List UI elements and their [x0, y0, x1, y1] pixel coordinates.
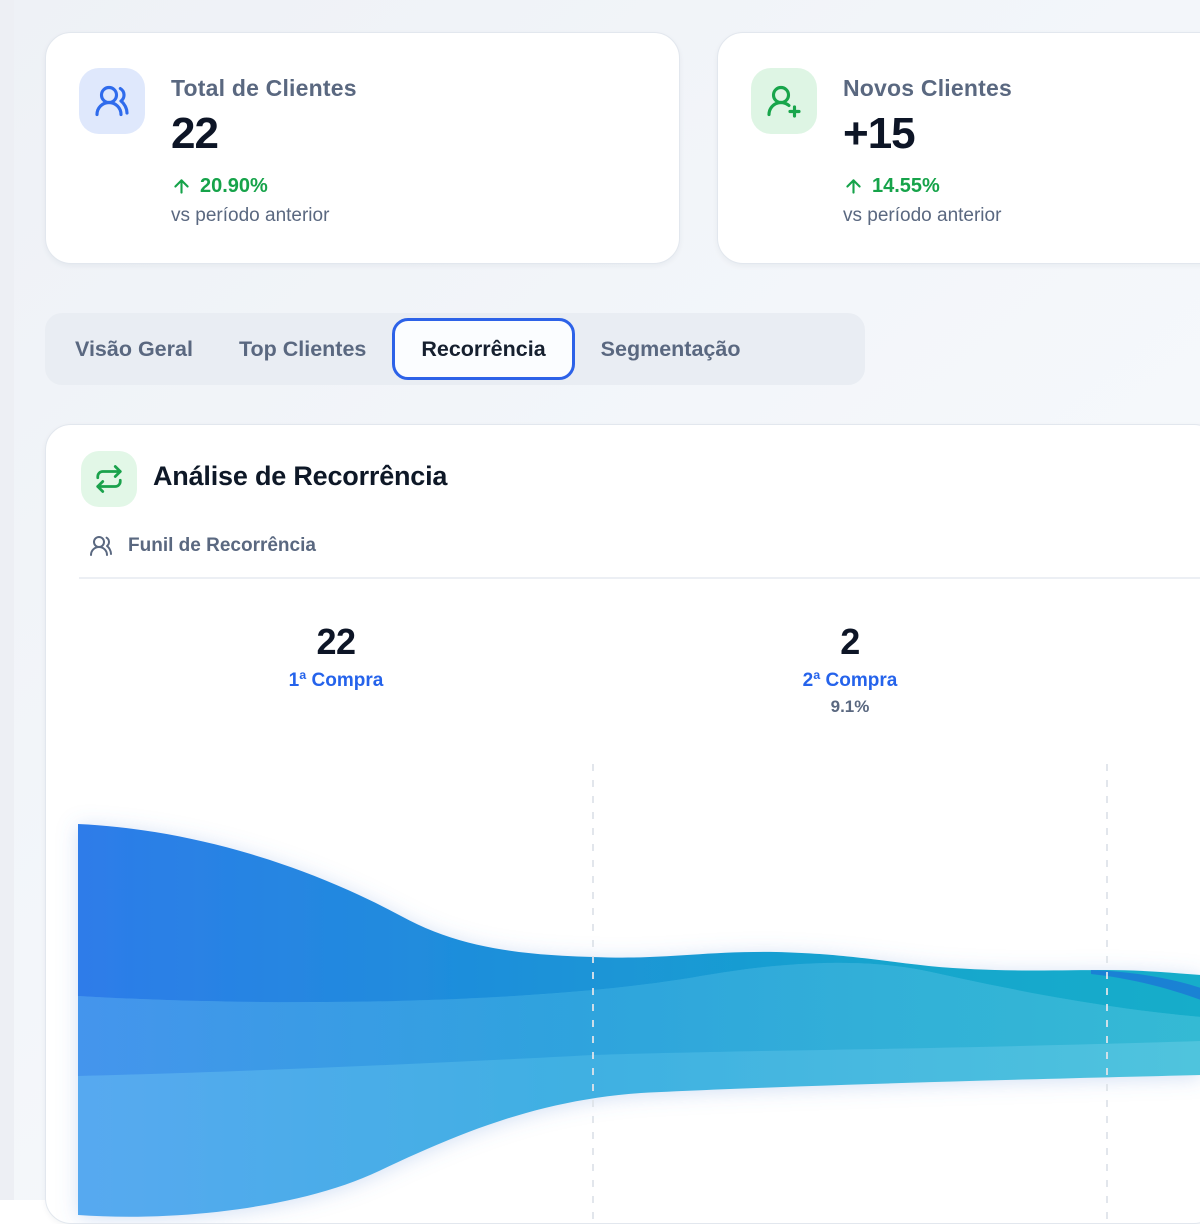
- stat-delta: 14.55%: [843, 175, 1012, 198]
- stage-label: 2ª Compra: [730, 670, 970, 692]
- tab-visao-geral[interactable]: Visão Geral: [52, 313, 216, 385]
- stage-value: 22: [216, 622, 456, 662]
- recurrence-funnel-chart: [46, 756, 1200, 1224]
- tab-recorrencia[interactable]: Recorrência: [392, 318, 574, 380]
- stat-value: 22: [171, 109, 357, 159]
- stat-title: Total de Clientes: [171, 73, 357, 103]
- stat-note: vs período anterior: [171, 205, 357, 227]
- arrow-up-icon: [171, 176, 192, 197]
- tab-top-clientes[interactable]: Top Clientes: [216, 313, 389, 385]
- funnel-stage-2: 2 2ª Compra 9.1%: [730, 622, 970, 717]
- stage-conversion-pct: 9.1%: [730, 697, 970, 717]
- dashboard-page: Total de Clientes 22 20.90% vs período a…: [0, 0, 1200, 1200]
- funnel-section-title: Funil de Recorrência: [128, 535, 316, 557]
- users-round-icon: [89, 534, 113, 558]
- stat-delta: 20.90%: [171, 175, 357, 198]
- stat-delta-value: 20.90%: [200, 175, 268, 198]
- arrow-up-icon: [843, 176, 864, 197]
- stat-delta-value: 14.55%: [872, 175, 940, 198]
- stat-card-novos-clientes: Novos Clientes +15 14.55% vs período ant…: [717, 32, 1200, 264]
- user-round-plus-icon: [751, 68, 817, 134]
- left-edge-strip: [0, 0, 14, 1200]
- funnel-stage-1: 22 1ª Compra: [216, 622, 456, 692]
- stat-value: +15: [843, 109, 1012, 159]
- stat-title: Novos Clientes: [843, 73, 1012, 103]
- repeat-icon: [81, 451, 137, 507]
- analysis-card-title: Análise de Recorrência: [153, 461, 447, 492]
- analytics-tabbar: Visão Geral Top Clientes Recorrência Seg…: [45, 313, 865, 385]
- tab-segmentacao[interactable]: Segmentação: [578, 313, 764, 385]
- stat-card-total-clientes: Total de Clientes 22 20.90% vs período a…: [45, 32, 680, 264]
- users-round-icon: [79, 68, 145, 134]
- stage-label: 1ª Compra: [216, 670, 456, 692]
- stat-note: vs período anterior: [843, 205, 1012, 227]
- divider: [79, 577, 1200, 579]
- recurrence-analysis-card: Análise de Recorrência Funil de Recorrên…: [45, 424, 1200, 1224]
- stage-value: 2: [730, 622, 970, 662]
- funnel-section-header: Funil de Recorrência: [89, 534, 316, 558]
